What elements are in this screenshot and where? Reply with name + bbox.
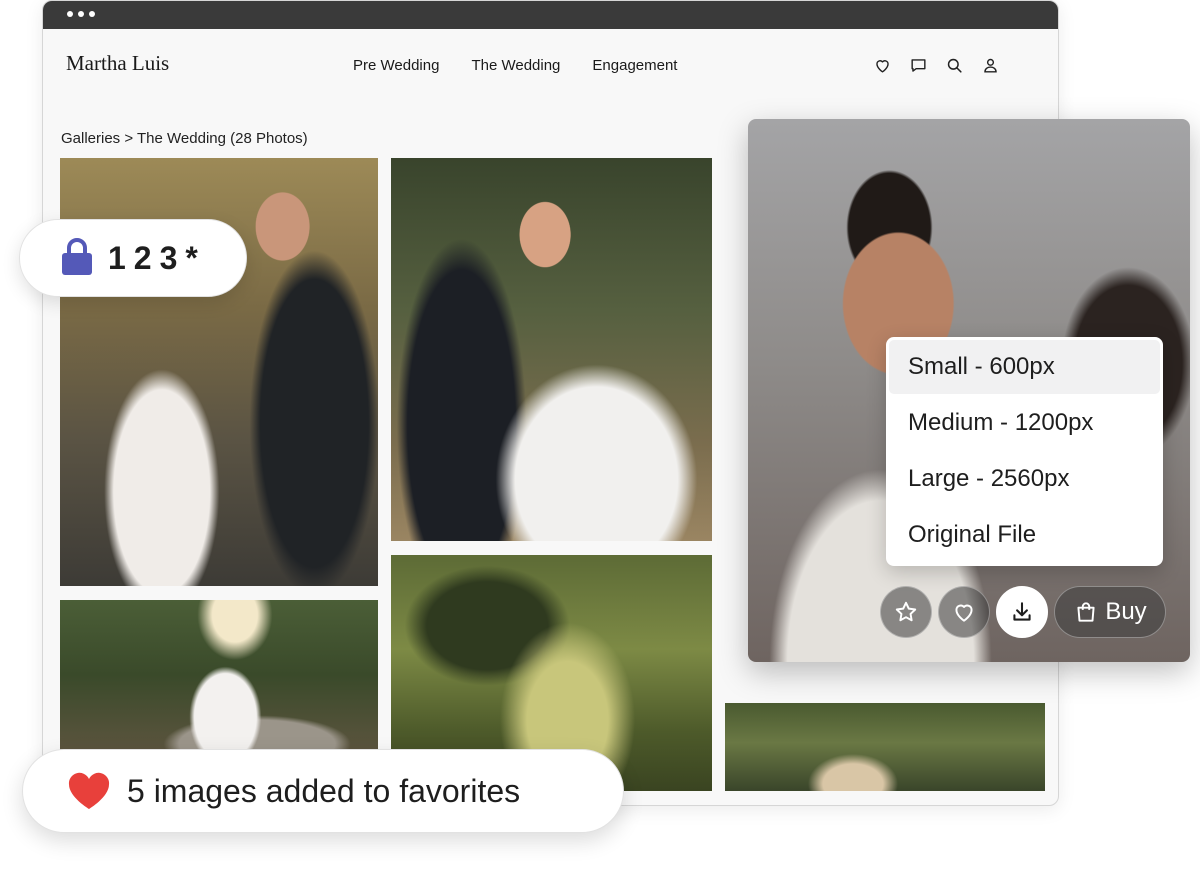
download-option-original[interactable]: Original File <box>889 508 1160 562</box>
site-logo[interactable]: Martha Luis <box>66 51 169 76</box>
heart-icon <box>951 599 977 625</box>
gallery-photo[interactable] <box>725 703 1045 791</box>
chat-icon[interactable] <box>909 56 928 75</box>
favorites-message: 5 images added to favorites <box>127 772 521 809</box>
photo-actions: Buy <box>880 586 1166 638</box>
heart-icon <box>67 771 127 811</box>
download-option-medium[interactable]: Medium - 1200px <box>889 396 1160 450</box>
breadcrumb[interactable]: Galleries > The Wedding (28 Photos) <box>61 130 308 147</box>
gallery-photo[interactable] <box>391 158 712 541</box>
search-icon[interactable] <box>945 56 964 75</box>
download-icon <box>1009 599 1035 625</box>
download-option-small[interactable]: Small - 600px <box>889 340 1160 394</box>
window-dots <box>67 11 95 17</box>
star-button[interactable] <box>880 586 932 638</box>
favorites-toast: 5 images added to favorites <box>22 749 624 833</box>
gallery-photo[interactable] <box>60 600 378 750</box>
nav-pre-wedding[interactable]: Pre Wedding <box>353 57 439 74</box>
download-size-menu: Small - 600px Medium - 1200px Large - 25… <box>886 337 1163 566</box>
star-icon <box>893 599 919 625</box>
nav-the-wedding[interactable]: The Wedding <box>471 57 560 74</box>
favorite-button[interactable] <box>938 586 990 638</box>
window-titlebar <box>43 1 1058 29</box>
nav-engagement[interactable]: Engagement <box>592 57 677 74</box>
user-icon[interactable] <box>981 56 1000 75</box>
main-nav: Pre Wedding The Wedding Engagement <box>353 57 677 74</box>
shopping-bag-icon <box>1073 599 1099 625</box>
download-option-large[interactable]: Large - 2560px <box>889 452 1160 506</box>
pin-code: 123* <box>108 239 206 276</box>
buy-label: Buy <box>1105 598 1147 625</box>
header-icons <box>873 56 1000 75</box>
buy-button[interactable]: Buy <box>1054 586 1166 638</box>
download-button[interactable] <box>996 586 1048 638</box>
lock-icon <box>60 238 108 278</box>
pin-badge: 123* <box>19 219 247 297</box>
heart-icon[interactable] <box>873 56 892 75</box>
